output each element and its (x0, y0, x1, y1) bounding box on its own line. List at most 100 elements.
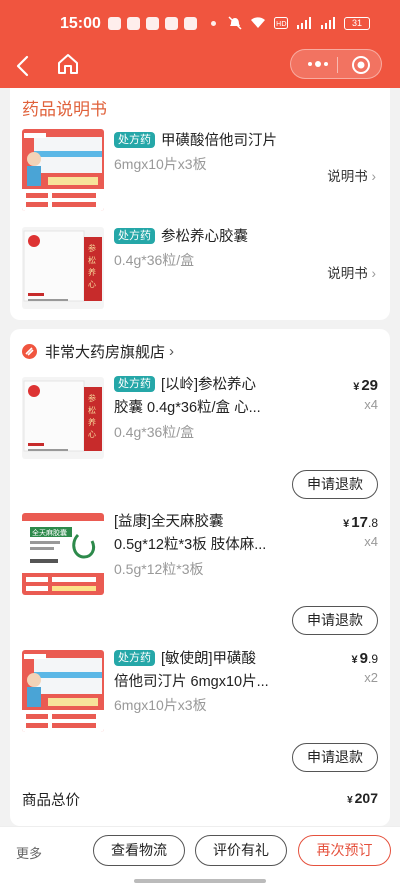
svg-text:养: 养 (88, 417, 96, 427)
home-indicator[interactable] (134, 879, 266, 883)
rx-badge: 处方药 (114, 650, 155, 666)
currency-symbol: ¥ (351, 654, 358, 666)
item-quantity: x4 (364, 534, 378, 549)
rx-badge: 处方药 (114, 228, 155, 244)
product-image[interactable] (22, 650, 104, 732)
product-name: 参松养心胶囊 (161, 229, 248, 245)
refund-button[interactable]: 申请退款 (292, 470, 378, 499)
item-price: ¥29 (353, 377, 378, 394)
svg-text:心: 心 (88, 430, 96, 439)
refund-button[interactable]: 申请退款 (292, 743, 378, 772)
price-integer: 9 (359, 650, 368, 667)
item-name-line1: [益康]全天麻胶囊 (114, 514, 224, 530)
hd-icon: HD (274, 17, 288, 29)
product-image[interactable]: 参 松 养 心 (22, 377, 104, 459)
price-decimal: .8 (367, 516, 378, 530)
review-button[interactable]: 评价有礼 (195, 835, 287, 866)
store-header[interactable]: 非常大药房旗舰店 › (22, 341, 174, 362)
product-spec: 6mgx10片x3板 (114, 156, 207, 172)
app-notification-icon (108, 17, 121, 30)
manual-item-name[interactable]: 处方药 甲磺酸倍他司汀片 (114, 130, 277, 153)
manual-section: 药品说明书 处方药甲磺酸倍他司汀片 6mgx10片x3板 说明书 参 松 养 (10, 88, 390, 320)
product-image[interactable] (22, 129, 104, 211)
order-item-name[interactable]: 处方药 [敏使朗]甲磺酸 倍他司汀片 6mgx10片... (114, 648, 269, 694)
price-integer: 17 (351, 514, 368, 531)
store-name: 非常大药房旗舰店 (45, 344, 166, 361)
svg-text:松: 松 (88, 405, 96, 415)
miniprogram-capsule (290, 49, 382, 79)
total-label: 商品总价 (22, 793, 80, 809)
total-price: ¥207 (347, 790, 378, 806)
svg-text:HD: HD (276, 20, 287, 28)
back-arrow-icon[interactable] (14, 54, 34, 78)
app-notification-icon (127, 17, 140, 30)
mute-icon (228, 16, 242, 30)
item-quantity: x4 (364, 397, 378, 412)
chevron-right-icon: › (169, 343, 175, 360)
refund-button[interactable]: 申请退款 (292, 606, 378, 635)
product-image[interactable]: 全天麻胶囊 (22, 513, 104, 595)
dot-icon (211, 21, 216, 26)
view-logistics-button[interactable]: 查看物流 (93, 835, 185, 866)
white-box-thumbnail: 参 松 养 心 (22, 227, 104, 309)
price-integer: 29 (361, 377, 378, 394)
product-spec: 0.5g*12粒*3板 (114, 561, 204, 577)
item-name-line2: 倍他司汀片 6mgx10片... (114, 674, 269, 690)
app-notification-icon (146, 17, 159, 30)
orange-box-thumbnail (22, 650, 104, 732)
svg-text:松: 松 (88, 255, 96, 265)
product-spec: 6mgx10片x3板 (114, 697, 207, 713)
total-value: 207 (354, 790, 378, 806)
svg-text:全天麻胶囊: 全天麻胶囊 (32, 528, 67, 537)
manual-item-name[interactable]: 处方药 参松养心胶囊 (114, 226, 248, 249)
nav-bar (0, 48, 400, 88)
reorder-button[interactable]: 再次预订 (298, 835, 391, 866)
item-name-line2: 胶囊 0.4g*36粒/盒 心... (114, 400, 261, 416)
wifi-icon (251, 17, 265, 28)
rx-badge: 处方药 (114, 376, 155, 392)
more-link[interactable]: 更多 (16, 843, 42, 862)
signal-icon (297, 17, 311, 29)
order-item-name[interactable]: 处方药 [以岭]参松养心胶囊 0.4g*36粒/盒 心... (114, 374, 261, 420)
battery-icon: 31 (344, 16, 370, 30)
manual-link[interactable]: 说明书 (327, 262, 376, 282)
item-price: ¥17.8 (343, 514, 378, 531)
notification-icons (108, 17, 216, 30)
app-notification-icon (184, 17, 197, 30)
signal-icon (321, 17, 335, 29)
manual-section-title: 药品说明书 (22, 100, 107, 119)
item-name-line2: 0.5g*12粒*3板 肢体麻... (114, 537, 267, 553)
svg-text:心: 心 (88, 280, 96, 289)
home-icon[interactable] (56, 52, 80, 76)
product-name: 甲磺酸倍他司汀片 (161, 133, 277, 149)
currency-symbol: ¥ (343, 518, 350, 530)
orange-box-thumbnail (22, 129, 104, 211)
rx-badge: 处方药 (114, 132, 155, 148)
order-item-name[interactable]: [益康]全天麻胶囊 0.5g*12粒*3板 肢体麻... (114, 511, 266, 557)
product-spec: 0.4g*36粒/盒 (114, 252, 195, 268)
system-indicators: HD 31 (228, 16, 370, 30)
product-image[interactable]: 参 松 养 心 (22, 227, 104, 309)
svg-text:养: 养 (88, 267, 96, 277)
item-price: ¥9.9 (352, 650, 378, 667)
top-bar: 15:00 HD 31 (0, 0, 400, 88)
currency-symbol: ¥ (353, 381, 360, 393)
manual-link[interactable]: 说明书 (327, 165, 376, 185)
item-name-line1: [以岭]参松养心 (161, 377, 257, 393)
product-spec: 0.4g*36粒/盒 (114, 424, 195, 440)
svg-text:参: 参 (88, 393, 96, 403)
white-box-thumbnail: 参 松 养 心 (22, 377, 104, 459)
currency-symbol: ¥ (347, 795, 353, 806)
capsule-divider (337, 57, 338, 73)
status-bar: 15:00 HD 31 (0, 0, 400, 48)
app-notification-icon (165, 17, 178, 30)
status-time: 15:00 (60, 15, 101, 32)
green-box-thumbnail: 全天麻胶囊 (22, 513, 104, 595)
close-circle-icon[interactable] (351, 55, 371, 75)
store-icon (22, 344, 37, 359)
item-quantity: x2 (364, 670, 378, 685)
more-dots-icon[interactable] (301, 56, 335, 72)
order-card: 非常大药房旗舰店 › 参 松 养 心 处方药 [以岭]参松养心胶囊 0.4g*36… (10, 329, 390, 826)
price-decimal: .9 (367, 652, 378, 666)
svg-text:参: 参 (88, 243, 96, 253)
